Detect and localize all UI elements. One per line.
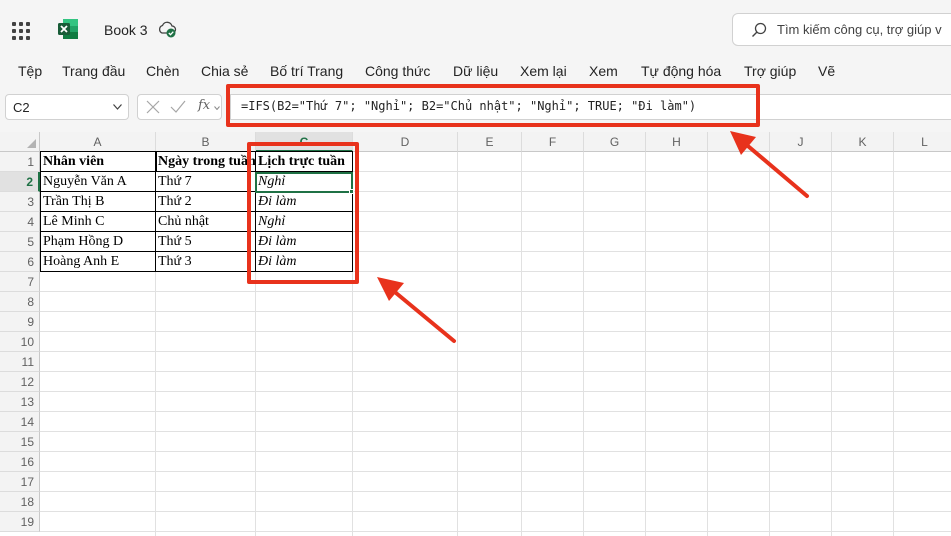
row-header[interactable]: 13 — [0, 392, 40, 412]
search-box[interactable]: Tìm kiếm công cụ, trợ giúp v — [732, 13, 951, 46]
tab-share[interactable]: Chia sẻ — [201, 63, 248, 79]
table-cell[interactable]: Thứ 5 — [155, 231, 256, 252]
column-header-k[interactable]: K — [832, 132, 894, 152]
column-header-h[interactable]: H — [646, 132, 708, 152]
enter-check-icon[interactable] — [170, 100, 186, 114]
grid-line — [707, 152, 708, 536]
name-box[interactable]: C2 — [5, 94, 129, 120]
column-header-l[interactable]: L — [894, 132, 951, 152]
column-header-d[interactable]: D — [353, 132, 458, 152]
insert-function-button[interactable]: fx — [198, 98, 210, 113]
grid-line — [40, 511, 951, 512]
row-header[interactable]: 3 — [0, 192, 40, 212]
annotation-box-formula — [226, 84, 760, 127]
table-cell[interactable]: Nguyễn Văn A — [40, 171, 156, 192]
grid-line — [40, 471, 951, 472]
workbook-title[interactable]: Book 3 — [104, 22, 148, 38]
table-cell[interactable]: Thứ 3 — [155, 251, 256, 272]
row-header[interactable]: 16 — [0, 452, 40, 472]
row-header[interactable]: 10 — [0, 332, 40, 352]
column-header-e[interactable]: E — [458, 132, 522, 152]
tab-file[interactable]: Tệp — [18, 63, 42, 79]
grid-line — [40, 291, 951, 292]
tab-view[interactable]: Xem — [589, 63, 618, 79]
tab-data[interactable]: Dữ liệu — [453, 63, 498, 79]
tab-page-layout[interactable]: Bố trí Trang — [270, 63, 343, 79]
app-launcher-icon[interactable] — [12, 22, 30, 40]
grid-line — [40, 371, 951, 372]
row-header[interactable]: 8 — [0, 292, 40, 312]
excel-logo-icon — [58, 19, 78, 39]
cloud-saved-icon[interactable] — [157, 20, 177, 38]
table-cell[interactable]: Chủ nhật — [155, 211, 256, 232]
table-header-cell[interactable]: Ngày trong tuần — [155, 151, 256, 172]
tab-home[interactable]: Trang đầu — [62, 63, 125, 79]
grid-line — [457, 152, 458, 536]
row-header[interactable]: 7 — [0, 272, 40, 292]
grid-line — [40, 491, 951, 492]
select-all-triangle-icon — [27, 139, 36, 148]
row-header[interactable]: 4 — [0, 212, 40, 232]
formula-controls: fx — [137, 94, 222, 120]
row-header[interactable]: 1 — [0, 152, 40, 172]
row-header[interactable]: 9 — [0, 312, 40, 332]
name-box-value: C2 — [13, 100, 30, 115]
row-header[interactable]: 14 — [0, 412, 40, 432]
row-header[interactable]: 2 — [0, 172, 40, 192]
tab-draw[interactable]: Vẽ — [818, 63, 835, 79]
grid-line — [831, 152, 832, 536]
table-cell[interactable]: Hoàng Anh E — [40, 251, 156, 272]
tab-automate[interactable]: Tự động hóa — [641, 63, 721, 79]
grid-line — [40, 531, 951, 532]
grid-line — [893, 152, 894, 536]
row-header[interactable]: 17 — [0, 472, 40, 492]
table-cell[interactable]: Phạm Hồng D — [40, 231, 156, 252]
grid-line — [521, 152, 522, 536]
chevron-down-icon[interactable] — [113, 104, 122, 110]
row-header[interactable]: 11 — [0, 352, 40, 372]
chevron-down-icon[interactable] — [214, 106, 220, 110]
grid-line — [40, 431, 951, 432]
grid-line — [769, 152, 770, 536]
column-header-a[interactable]: A — [40, 132, 156, 152]
row-header[interactable]: 18 — [0, 492, 40, 512]
table-cell[interactable]: Thứ 7 — [155, 171, 256, 192]
column-header-g[interactable]: G — [584, 132, 646, 152]
grid-line — [40, 331, 951, 332]
annotation-box-results — [247, 142, 359, 284]
column-header-i[interactable]: I — [708, 132, 770, 152]
grid-line — [645, 152, 646, 536]
cancel-icon[interactable] — [146, 100, 160, 114]
spreadsheet-grid[interactable]: A B C D E F G H I J K L 1 2 3 4 5 6 7 8 … — [0, 132, 951, 536]
tab-insert[interactable]: Chèn — [146, 63, 179, 79]
grid-line — [40, 411, 951, 412]
ribbon-tabs: Tệp Trang đầu Chèn Chia sẻ Bố trí Trang … — [0, 58, 951, 86]
grid-line — [40, 351, 951, 352]
table-header-cell[interactable]: Nhân viên — [40, 151, 157, 172]
column-header-j[interactable]: J — [770, 132, 832, 152]
grid-line — [40, 391, 951, 392]
row-header[interactable]: 5 — [0, 232, 40, 252]
row-header[interactable]: 19 — [0, 512, 40, 532]
tab-review[interactable]: Xem lại — [520, 63, 567, 79]
row-header[interactable]: 6 — [0, 252, 40, 272]
search-icon — [752, 22, 767, 37]
title-bar: Book 3 Tìm kiếm công cụ, trợ giúp v — [0, 0, 951, 58]
grid-line — [40, 311, 951, 312]
table-cell[interactable]: Lê Minh C — [40, 211, 156, 232]
select-all-button[interactable] — [0, 132, 40, 152]
row-header[interactable]: 12 — [0, 372, 40, 392]
grid-line — [40, 451, 951, 452]
column-header-f[interactable]: F — [522, 132, 584, 152]
tab-help[interactable]: Trợ giúp — [744, 63, 796, 79]
table-cell[interactable]: Thứ 2 — [155, 191, 256, 212]
row-header[interactable]: 15 — [0, 432, 40, 452]
table-cell[interactable]: Trần Thị B — [40, 191, 156, 212]
tab-formulas[interactable]: Công thức — [365, 63, 430, 79]
search-placeholder: Tìm kiếm công cụ, trợ giúp v — [777, 22, 942, 37]
column-header-b[interactable]: B — [156, 132, 256, 152]
grid-line — [583, 152, 584, 536]
